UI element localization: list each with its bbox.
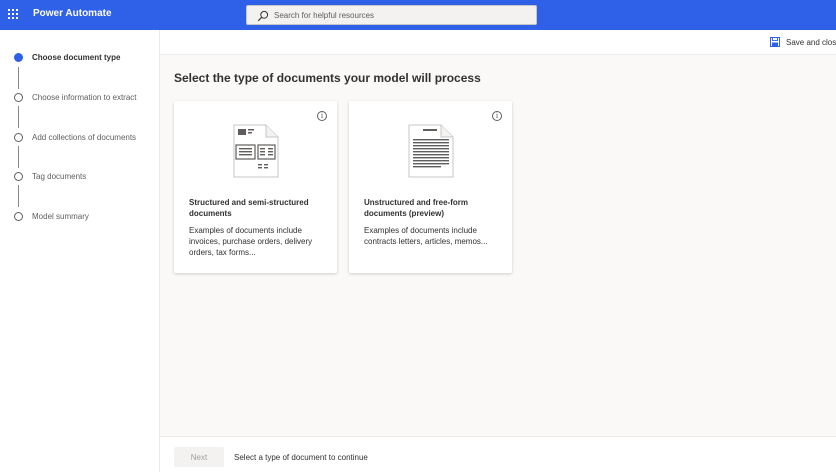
step-indicator-icon bbox=[14, 53, 23, 62]
structured-document-icon bbox=[233, 124, 279, 178]
step-label: Choose document type bbox=[32, 53, 121, 62]
search-placeholder: Search for helpful resources bbox=[274, 11, 375, 20]
page-title: Select the type of documents your model … bbox=[174, 71, 481, 85]
info-icon[interactable]: i bbox=[492, 111, 502, 121]
unstructured-documents-card[interactable]: i Unstructured and free-form documents (… bbox=[349, 101, 512, 273]
step-connector bbox=[18, 106, 19, 128]
unstructured-document-icon bbox=[408, 124, 454, 178]
card-description: Examples of documents include contracts … bbox=[364, 226, 488, 246]
wizard-stepper: Choose document type Choose information … bbox=[0, 30, 160, 472]
search-box[interactable]: Search for helpful resources bbox=[246, 5, 537, 25]
step-connector bbox=[18, 185, 19, 207]
app-title[interactable]: Power Automate bbox=[33, 8, 112, 19]
step-label: Tag documents bbox=[32, 172, 87, 181]
card-description: Examples of documents include invoices, … bbox=[189, 226, 313, 257]
step-indicator-icon bbox=[14, 172, 23, 181]
app-launcher-icon[interactable] bbox=[8, 9, 20, 21]
step-label: Choose information to extract bbox=[32, 93, 137, 102]
step-connector bbox=[18, 67, 19, 89]
card-title: Structured and semi-structured documents bbox=[189, 198, 309, 218]
search-icon bbox=[257, 10, 269, 22]
floppy-disk-icon bbox=[770, 37, 780, 47]
step-indicator-icon bbox=[14, 93, 23, 102]
structured-documents-card[interactable]: i Structured and semi-structured documen… bbox=[174, 101, 337, 273]
step-label: Add collections of documents bbox=[32, 133, 137, 142]
command-bar: Save and clos bbox=[160, 30, 836, 55]
next-button[interactable]: Next bbox=[174, 447, 224, 467]
save-and-close-label: Save and clos bbox=[786, 38, 836, 47]
footer-hint: Select a type of document to continue bbox=[234, 453, 368, 462]
step-indicator-icon bbox=[14, 212, 23, 221]
step-label: Model summary bbox=[32, 212, 89, 221]
card-title: Unstructured and free-form documents (pr… bbox=[364, 198, 469, 218]
top-header: Power Automate Search for helpful resour… bbox=[0, 0, 836, 30]
step-indicator-icon bbox=[14, 133, 23, 142]
wizard-footer: Next Select a type of document to contin… bbox=[160, 436, 836, 472]
info-icon[interactable]: i bbox=[317, 111, 327, 121]
step-connector bbox=[18, 146, 19, 168]
